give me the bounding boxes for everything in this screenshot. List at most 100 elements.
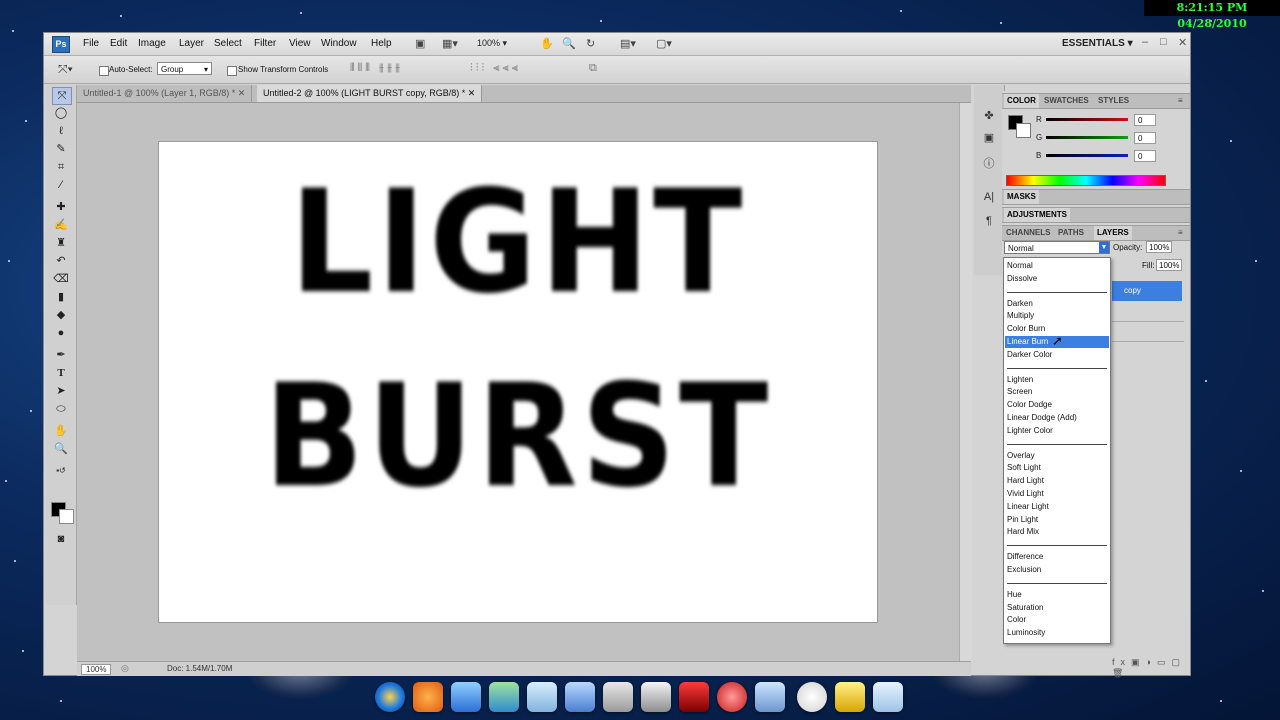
zoom-tool-icon[interactable]: 🔍: [52, 441, 70, 457]
green-value-field[interactable]: 0: [1134, 132, 1156, 144]
blend-mode-option[interactable]: Luminosity: [1005, 627, 1109, 639]
view-extras-icon[interactable]: ▦▾: [442, 37, 458, 51]
menu-filter[interactable]: Filter: [254, 38, 276, 49]
show-transform-checkbox[interactable]: [227, 65, 237, 76]
tab-swatches[interactable]: SWATCHES: [1044, 96, 1089, 105]
network-icon[interactable]: [527, 682, 557, 712]
blend-mode-option[interactable]: Lighter Color: [1005, 425, 1109, 437]
green-slider[interactable]: [1046, 136, 1128, 139]
bridge-icon[interactable]: ▣: [415, 37, 425, 51]
tab-untitled-2[interactable]: Untitled-2 @ 100% (LIGHT BURST copy, RGB…: [257, 85, 483, 102]
path-selection-tool-icon[interactable]: ➤: [52, 383, 70, 399]
fill-field[interactable]: 100%: [1156, 259, 1182, 271]
history-brush-tool-icon[interactable]: ↶: [52, 253, 70, 269]
dodge-tool-icon[interactable]: ●: [52, 325, 70, 341]
pen-tool-icon[interactable]: ✒: [52, 347, 70, 363]
messenger-icon[interactable]: [489, 682, 519, 712]
opacity-field[interactable]: 100%: [1146, 241, 1172, 253]
blend-mode-option[interactable]: Overlay: [1005, 450, 1109, 462]
blend-mode-option[interactable]: Linear Dodge (Add): [1005, 412, 1109, 424]
blend-mode-option[interactable]: Difference: [1005, 551, 1109, 563]
blend-mode-option[interactable]: Hard Mix: [1005, 526, 1109, 538]
computer-icon[interactable]: [451, 682, 481, 712]
close-icon[interactable]: ✕: [238, 88, 246, 98]
blend-mode-option[interactable]: Screen: [1005, 386, 1109, 398]
tab-adjustments[interactable]: ADJUSTMENTS: [1004, 208, 1071, 222]
menu-edit[interactable]: Edit: [110, 38, 127, 49]
hand-tool-icon[interactable]: ✋: [540, 37, 554, 51]
gradient-tool-icon[interactable]: ▮: [52, 289, 70, 305]
plane-icon[interactable]: [835, 682, 865, 712]
maximize-icon[interactable]: □: [1160, 36, 1167, 48]
close-icon[interactable]: ✕: [468, 88, 476, 98]
blend-mode-option[interactable]: Dissolve: [1005, 273, 1109, 285]
vertical-scrollbar[interactable]: [959, 103, 972, 661]
minimize-icon[interactable]: –: [1142, 36, 1148, 48]
brush-tool-icon[interactable]: ✍: [52, 217, 70, 233]
menu-file[interactable]: File: [83, 38, 99, 49]
cpu-meter-icon[interactable]: [679, 682, 709, 712]
menu-help[interactable]: Help: [371, 38, 392, 49]
type-tool-icon[interactable]: T: [52, 365, 70, 381]
document-size-info[interactable]: Doc: 1.54M/1.70M: [167, 664, 232, 673]
tab-channels[interactable]: CHANNELS: [1006, 228, 1050, 237]
paragraph-panel-icon[interactable]: ¶: [980, 215, 998, 231]
menu-image[interactable]: Image: [138, 38, 166, 49]
character-panel-icon[interactable]: A|: [980, 191, 998, 207]
canvas-area[interactable]: LIGHT BURST: [77, 103, 971, 661]
lasso-tool-icon[interactable]: ℓ: [52, 123, 70, 139]
chevron-down-icon[interactable]: ▼: [1099, 242, 1109, 253]
folder-icon[interactable]: [755, 682, 785, 712]
shape-tool-icon[interactable]: ⬭: [52, 401, 70, 417]
workspace-switcher[interactable]: ESSENTIALS ▾: [1062, 38, 1133, 49]
history-panel-icon[interactable]: ✤: [980, 109, 998, 125]
layers-footer-icons[interactable]: fx▣◑▭▢🗑: [1112, 657, 1190, 679]
blend-mode-option[interactable]: Multiply: [1005, 310, 1109, 322]
hand-tool-icon[interactable]: ✋: [52, 423, 70, 439]
adjustments-panel-header[interactable]: ADJUSTMENTS: [1002, 207, 1190, 223]
rotate-view-icon[interactable]: ↻: [586, 37, 595, 51]
blend-mode-dropdown[interactable]: Normal ▼: [1004, 241, 1110, 254]
tab-styles[interactable]: STYLES: [1098, 96, 1129, 105]
tab-color[interactable]: COLOR: [1004, 94, 1039, 108]
blend-mode-option[interactable]: Soft Light: [1005, 462, 1109, 474]
blend-mode-option[interactable]: Exclusion: [1005, 564, 1109, 576]
zoom-tool-icon[interactable]: 🔍: [562, 37, 576, 51]
arrange-documents-icon[interactable]: ▤▾: [620, 37, 636, 51]
document-canvas[interactable]: LIGHT BURST: [158, 141, 878, 623]
blue-value-field[interactable]: 0: [1134, 150, 1156, 162]
color-spectrum-ramp[interactable]: [1006, 175, 1166, 186]
marquee-tool-icon[interactable]: ◯: [52, 105, 70, 121]
blend-mode-option[interactable]: Vivid Light: [1005, 488, 1109, 500]
color-background-swatch[interactable]: [1016, 123, 1031, 138]
healing-brush-tool-icon[interactable]: ✚: [52, 199, 70, 215]
ipod-icon[interactable]: [641, 682, 671, 712]
eyedropper-tool-icon[interactable]: ⁄: [52, 177, 70, 193]
start-button-icon[interactable]: [375, 682, 405, 712]
status-zoom-field[interactable]: 100%: [81, 664, 112, 675]
masks-panel-header[interactable]: MASKS: [1002, 189, 1190, 205]
tab-paths[interactable]: PATHS: [1058, 228, 1084, 237]
drive-icon[interactable]: [603, 682, 633, 712]
panel-menu-icon[interactable]: ≡: [1178, 96, 1183, 105]
auto-select-target-dropdown[interactable]: Group ▾: [157, 62, 212, 75]
blend-mode-option[interactable]: Lighten: [1005, 374, 1109, 386]
auto-align-icon[interactable]: ⧉: [589, 62, 597, 75]
move-tool-icon[interactable]: ⤧: [52, 87, 72, 105]
info-panel-icon[interactable]: ⓘ: [980, 155, 998, 171]
blend-mode-option[interactable]: Pin Light: [1005, 514, 1109, 526]
close-icon[interactable]: ✕: [1178, 36, 1187, 49]
background-color-swatch[interactable]: [59, 509, 74, 524]
clock-icon[interactable]: [797, 682, 827, 712]
blend-mode-option[interactable]: Darker Color: [1005, 349, 1109, 361]
red-slider[interactable]: [1046, 118, 1128, 121]
blend-mode-option[interactable]: Linear Light: [1005, 501, 1109, 513]
tab-masks[interactable]: MASKS: [1004, 190, 1039, 204]
zoom-level-combo[interactable]: 100% ▾: [477, 38, 507, 49]
panel-menu-icon[interactable]: ≡: [1178, 228, 1183, 237]
eraser-tool-icon[interactable]: ⌫: [52, 271, 70, 287]
move-tool-preset-icon[interactable]: ⤧▾: [58, 62, 73, 77]
blend-mode-option[interactable]: Color Dodge: [1005, 399, 1109, 411]
screen-mode-icon[interactable]: ▢▾: [656, 37, 672, 51]
menu-select[interactable]: Select: [214, 38, 242, 49]
